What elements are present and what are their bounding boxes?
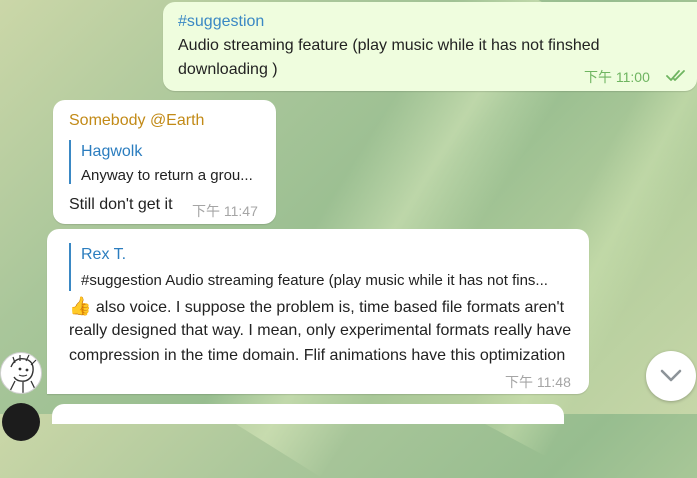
avatar[interactable] xyxy=(0,352,42,394)
reply-author[interactable]: Rex T. xyxy=(81,246,126,264)
message-text: downloading ) xyxy=(178,61,278,78)
chevron-down-icon xyxy=(660,369,682,382)
reply-preview-text[interactable]: #suggestion Audio streaming feature (pla… xyxy=(81,272,548,289)
message-text: Still don't get it xyxy=(69,196,173,213)
scroll-to-bottom-button[interactable] xyxy=(646,351,696,401)
incoming-message-bubble[interactable] xyxy=(52,404,564,424)
double-check-icon xyxy=(666,70,685,81)
message-text: Audio streaming feature (play music whil… xyxy=(178,37,600,54)
message-text-line: also voice. I suppose the problem is, ti… xyxy=(91,299,565,316)
thumbs-up-emoji: 👍 xyxy=(69,296,92,316)
reply-bar xyxy=(69,243,71,291)
reply-preview-text[interactable]: Anyway to return a grou... xyxy=(81,167,253,184)
message-time: 下午 11:47 xyxy=(192,203,258,219)
message-text-line: really designed that way. I mean, only e… xyxy=(69,322,572,339)
message-hashtag[interactable]: #suggestion xyxy=(178,13,264,31)
message-time: 下午 11:48 xyxy=(505,374,571,390)
incoming-message-bubble[interactable]: Somebody @Earth Hagwolk Anyway to return… xyxy=(53,100,276,224)
reply-bar xyxy=(69,140,71,184)
message-text-line: compression in the time domain. Flif ani… xyxy=(69,347,566,364)
sender-name[interactable]: Somebody @Earth xyxy=(69,112,204,130)
reply-author[interactable]: Hagwolk xyxy=(81,143,142,161)
outgoing-message-bubble[interactable]: #suggestion Audio streaming feature (pla… xyxy=(163,2,697,91)
incoming-message-bubble[interactable]: Rex T. #suggestion Audio streaming featu… xyxy=(47,229,589,394)
message-time: 下午 11:00 xyxy=(584,69,650,85)
avatar-drawing-icon xyxy=(8,354,38,393)
message-text: 👍 also voice. I suppose the problem is, … xyxy=(69,296,564,317)
avatar[interactable] xyxy=(2,403,40,441)
